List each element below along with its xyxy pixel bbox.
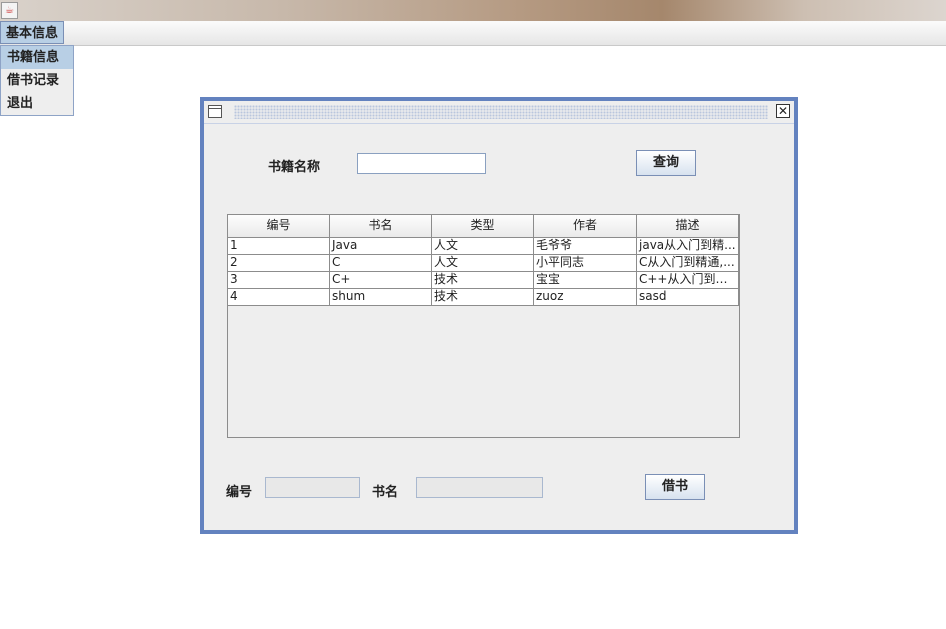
close-icon[interactable]: ✕ <box>776 104 790 118</box>
cell-id: 4 <box>228 289 330 305</box>
cell-id: 3 <box>228 272 330 288</box>
cell-author: zuoz <box>534 289 637 305</box>
cell-type: 人文 <box>432 238 534 254</box>
table-row[interactable]: 3 C+ 技术 宝宝 C++从入门到精... <box>228 272 739 289</box>
titlebar-texture <box>234 105 768 119</box>
cell-title: C <box>330 255 432 271</box>
menu-item-exit[interactable]: 退出 <box>1 92 73 115</box>
menubar: 基本信息 <box>0 21 946 46</box>
cell-type: 人文 <box>432 255 534 271</box>
column-header-id[interactable]: 编号 <box>228 215 330 237</box>
query-button[interactable]: 查询 <box>636 150 696 176</box>
borrow-button[interactable]: 借书 <box>645 474 705 500</box>
borrow-id-label: 编号 <box>226 485 253 500</box>
table-header: 编号 书名 类型 作者 描述 <box>228 215 739 238</box>
cell-type: 技术 <box>432 289 534 305</box>
cell-description: C从入门到精通,... <box>637 255 739 271</box>
app-titlebar: ☕ <box>0 0 946 21</box>
borrow-title-field[interactable] <box>416 477 543 498</box>
frame-titlebar[interactable]: ✕ <box>204 101 794 124</box>
cell-description: java从入门到精... <box>637 238 739 254</box>
table-row[interactable]: 2 C 人文 小平同志 C从入门到精通,... <box>228 255 739 272</box>
cell-title: shum <box>330 289 432 305</box>
cell-author: 宝宝 <box>534 272 637 288</box>
cell-description: C++从入门到精... <box>639 272 739 288</box>
cell-author: 毛爷爷 <box>534 238 637 254</box>
cell-type: 技术 <box>432 272 534 288</box>
borrow-id-field[interactable] <box>265 477 360 498</box>
book-name-search-input[interactable] <box>357 153 486 174</box>
table-row[interactable]: 1 Java 人文 毛爷爷 java从入门到精... <box>228 238 739 255</box>
menu-item-book-info[interactable]: 书籍信息 <box>1 46 73 69</box>
cell-title: Java <box>330 238 432 254</box>
cell-description: sasd <box>637 289 739 305</box>
frame-content: ✕ 书籍名称 查询 编号 书名 类型 作者 描述 1 Java 人文 毛爷爷 j… <box>204 101 794 530</box>
table-row[interactable]: 4 shum 技术 zuoz sasd <box>228 289 739 306</box>
cell-author: 小平同志 <box>534 255 637 271</box>
column-header-author[interactable]: 作者 <box>534 215 637 237</box>
borrow-title-label: 书名 <box>372 485 399 500</box>
books-table[interactable]: 编号 书名 类型 作者 描述 1 Java 人文 毛爷爷 java从入门到精..… <box>227 214 740 438</box>
internal-frame: ✕ 书籍名称 查询 编号 书名 类型 作者 描述 1 Java 人文 毛爷爷 j… <box>200 97 798 534</box>
window-icon <box>208 105 222 118</box>
java-cup-icon: ☕ <box>1 2 18 19</box>
cell-id: 2 <box>228 255 330 271</box>
column-header-type[interactable]: 类型 <box>432 215 534 237</box>
column-header-description[interactable]: 描述 <box>637 215 739 237</box>
cell-title: C+ <box>330 272 432 288</box>
column-header-title[interactable]: 书名 <box>330 215 432 237</box>
menu-basic-info[interactable]: 基本信息 <box>0 21 65 44</box>
menu-item-borrow-records[interactable]: 借书记录 <box>1 69 73 92</box>
book-name-label: 书籍名称 <box>268 160 321 175</box>
menu-dropdown: 书籍信息 借书记录 退出 <box>0 45 74 116</box>
cell-id: 1 <box>228 238 330 254</box>
